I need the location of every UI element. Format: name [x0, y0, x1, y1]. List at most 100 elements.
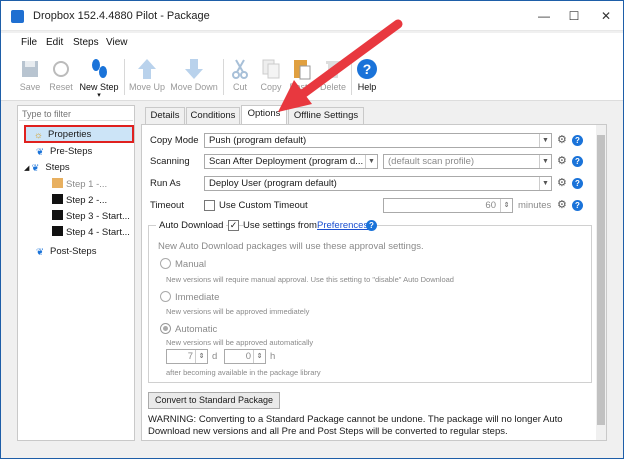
- tab-offline-settings[interactable]: Offline Settings: [288, 107, 364, 124]
- gear-icon[interactable]: ⚙: [557, 200, 568, 211]
- help-icon[interactable]: ?: [572, 135, 583, 146]
- custom-timeout-checkbox[interactable]: [204, 200, 215, 211]
- approval-note: New Auto Download packages will use thes…: [158, 241, 424, 252]
- use-settings-label: Use settings from: [243, 220, 317, 231]
- reset-button[interactable]: Reset: [46, 55, 76, 99]
- menu-view[interactable]: View: [106, 37, 128, 48]
- warning-text: WARNING: Converting to a Standard Packag…: [148, 414, 563, 437]
- delete-button[interactable]: Delete: [317, 55, 349, 99]
- sidebar-item-properties[interactable]: ☼ Properties: [24, 125, 134, 143]
- hours-unit: h: [270, 351, 276, 362]
- tab-options[interactable]: Options: [241, 105, 287, 125]
- delete-label: Delete: [319, 82, 346, 92]
- tab-details[interactable]: Details: [145, 107, 185, 124]
- immediate-description: New versions will be approved immediatel…: [166, 307, 310, 316]
- menu-steps[interactable]: Steps: [73, 37, 99, 48]
- gear-icon[interactable]: ⚙: [557, 178, 568, 189]
- sidebar-item-step-4[interactable]: Step 4 - Start...: [52, 226, 130, 240]
- convert-to-standard-button[interactable]: Convert to Standard Package: [148, 392, 280, 409]
- spinner-icon: ⇕: [253, 350, 265, 363]
- sidebar-item-step-1[interactable]: Step 1 -...: [52, 178, 107, 192]
- help-button[interactable]: ? Help: [354, 55, 380, 99]
- gear-icon[interactable]: ⚙: [557, 135, 568, 146]
- status-bar: [1, 445, 623, 458]
- footsteps-icon: [92, 59, 107, 78]
- hours-input[interactable]: 0 ⇕: [224, 349, 266, 364]
- days-input[interactable]: 7 ⇕: [166, 349, 208, 364]
- copy-icon: [262, 59, 280, 79]
- cut-button[interactable]: Cut: [228, 55, 252, 99]
- sidebar-item-label: Step 3 - Start...: [66, 211, 130, 222]
- automatic-radio[interactable]: [160, 323, 171, 334]
- manual-radio[interactable]: [160, 258, 171, 269]
- scrollbar-thumb[interactable]: [597, 135, 605, 425]
- gear-icon[interactable]: ⚙: [557, 156, 568, 167]
- move-down-button[interactable]: Move Down: [169, 55, 219, 99]
- paste-button[interactable]: Paste: [287, 55, 315, 99]
- save-icon: [22, 61, 38, 77]
- menu-file[interactable]: File: [21, 37, 37, 48]
- run-as-value: Deploy User (program default): [209, 178, 337, 189]
- save-button[interactable]: Save: [15, 55, 45, 99]
- terminal-icon: [52, 226, 63, 236]
- maximize-button[interactable]: ☐: [559, 5, 589, 27]
- app-window: Dropbox 152.4.4880 Pilot - Package — ☐ ✕…: [0, 0, 624, 459]
- toolbar-divider: [124, 59, 125, 95]
- sidebar-item-post-steps[interactable]: ❦ Post-Steps: [36, 246, 96, 260]
- menu-edit[interactable]: Edit: [46, 37, 63, 48]
- minimize-button[interactable]: —: [529, 5, 559, 27]
- immediate-radio[interactable]: [160, 291, 171, 302]
- sidebar-item-label: Steps: [45, 162, 70, 173]
- tab-conditions[interactable]: Conditions: [186, 107, 240, 124]
- help-icon[interactable]: ?: [572, 200, 583, 211]
- filter-input[interactable]: [19, 107, 133, 121]
- sidebar-item-label: Pre-Steps: [50, 146, 93, 157]
- help-icon[interactable]: ?: [572, 178, 583, 189]
- scan-profile-placeholder: (default scan profile): [388, 156, 475, 167]
- timeout-input[interactable]: 60 ⇕: [383, 198, 513, 213]
- footsteps-icon: ❦: [31, 163, 40, 174]
- sidebar-item-step-3[interactable]: Step 3 - Start...: [52, 210, 130, 224]
- paste-icon: [294, 60, 311, 80]
- chevron-down-icon: ◢: [24, 165, 30, 172]
- terminal-icon: [52, 210, 63, 220]
- radio-dot: [163, 326, 168, 331]
- vertical-scrollbar[interactable]: [596, 125, 606, 440]
- help-icon[interactable]: ?: [572, 156, 583, 167]
- sidebar-item-steps[interactable]: ◢ ❦ Steps: [24, 162, 70, 176]
- menu-bar: File Edit Steps View: [1, 33, 623, 53]
- chevron-down-icon: ▼: [539, 134, 551, 147]
- custom-timeout-label: Use Custom Timeout: [219, 200, 308, 211]
- help-icon[interactable]: ?: [366, 220, 377, 231]
- scanning-label: Scanning: [150, 156, 190, 167]
- cut-label: Cut: [232, 82, 247, 92]
- close-button[interactable]: ✕: [591, 5, 621, 27]
- footsteps-icon: ❦: [36, 247, 44, 258]
- sidebar-item-step-2[interactable]: Step 2 -...: [52, 194, 107, 208]
- copy-mode-select[interactable]: Push (program default) ▼: [204, 133, 552, 148]
- paste-label: Paste: [289, 82, 313, 92]
- toolbar-divider: [351, 59, 352, 95]
- new-step-button[interactable]: New Step ▾: [77, 55, 121, 99]
- gear-icon: ☼: [34, 130, 43, 141]
- sidebar-item-pre-steps[interactable]: ❦ Pre-Steps: [36, 146, 92, 160]
- chevron-down-icon: ▾: [97, 92, 101, 99]
- run-as-select[interactable]: Deploy User (program default) ▼: [204, 176, 552, 191]
- move-down-label: Move Down: [170, 82, 218, 92]
- preferences-link[interactable]: Preferences: [317, 220, 369, 231]
- new-step-label: New Step: [79, 82, 119, 92]
- scanning-select[interactable]: Scan After Deployment (program d... ▼: [204, 154, 378, 169]
- copy-button[interactable]: Copy: [257, 55, 285, 99]
- days-unit: d: [212, 351, 218, 362]
- sidebar-item-label: Post-Steps: [50, 246, 97, 257]
- scan-profile-select[interactable]: (default scan profile) ▼: [383, 154, 552, 169]
- toolbar-divider: [223, 59, 224, 95]
- use-settings-checkbox[interactable]: ✓: [228, 220, 239, 231]
- scanning-value: Scan After Deployment (program d...: [209, 156, 364, 167]
- save-label: Save: [19, 82, 41, 92]
- timeout-unit: minutes: [518, 200, 552, 211]
- arrow-up-icon: [138, 59, 156, 79]
- title-bar[interactable]: Dropbox 152.4.4880 Pilot - Package — ☐ ✕: [1, 1, 623, 31]
- move-up-button[interactable]: Move Up: [127, 55, 167, 99]
- auto-download-label: Auto Download: [156, 220, 227, 231]
